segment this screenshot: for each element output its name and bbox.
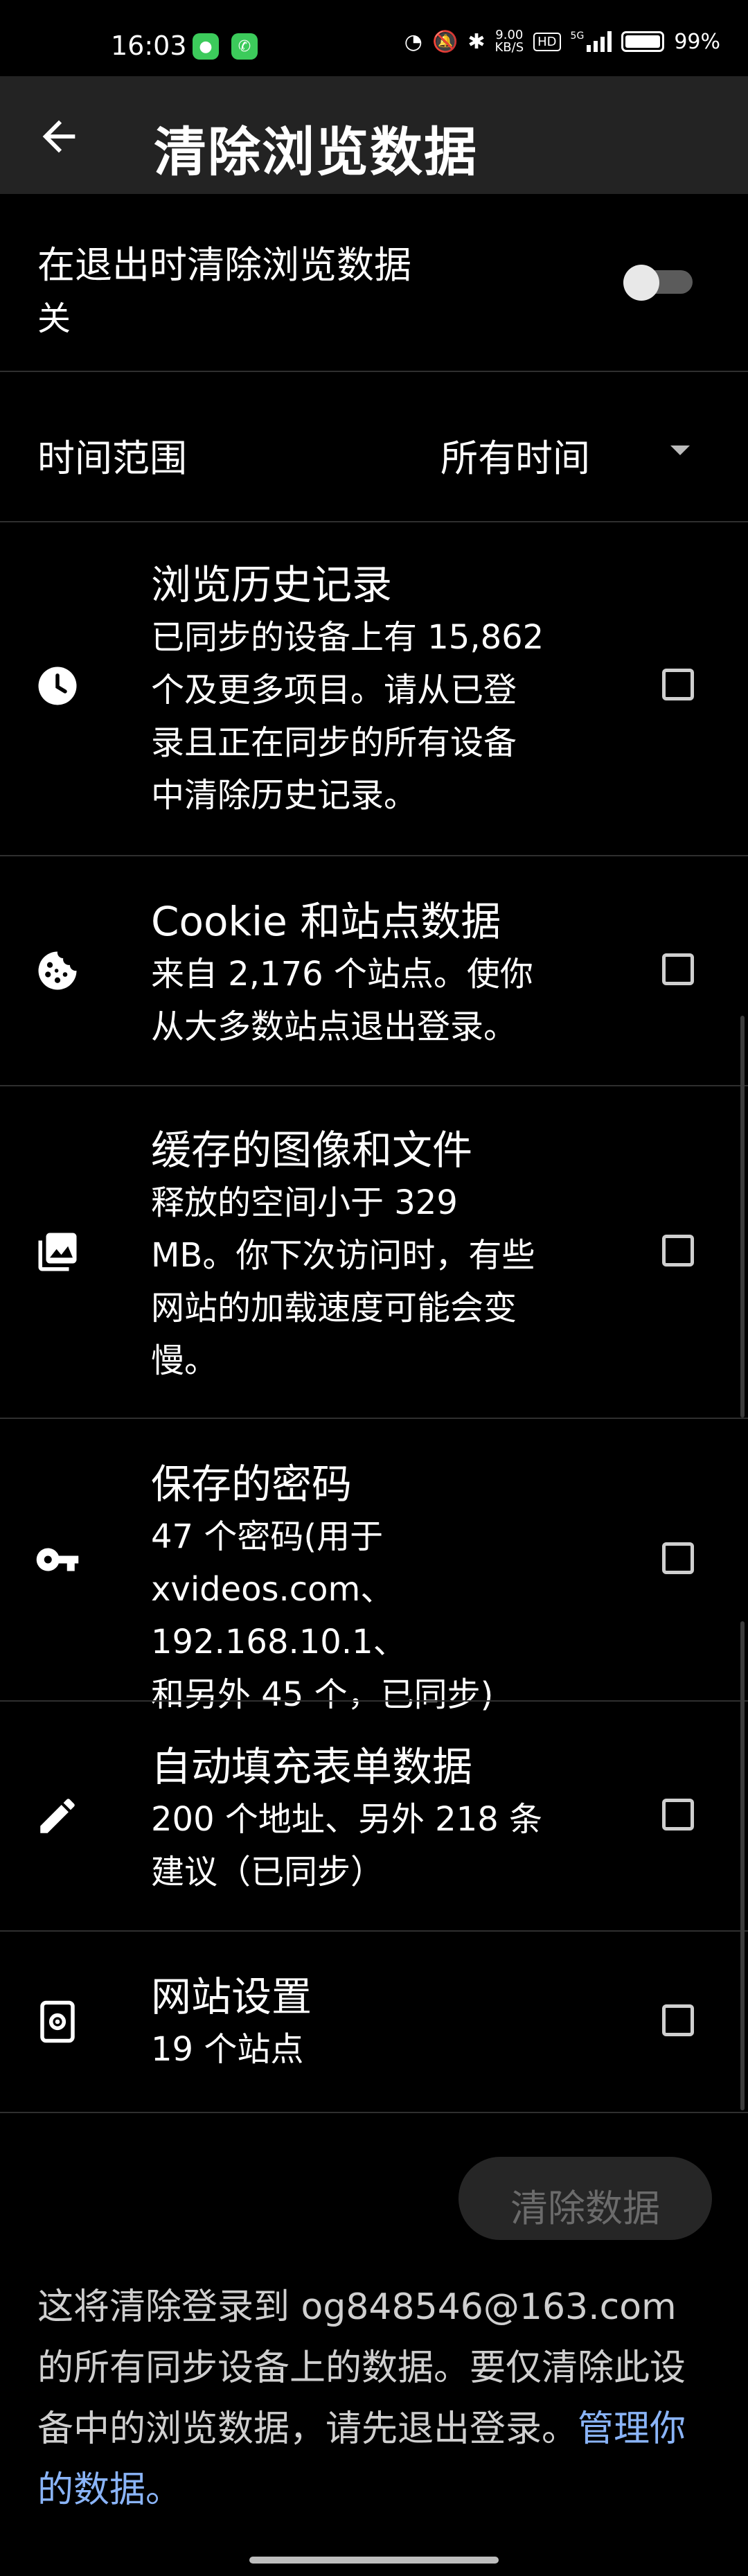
- cache-title: 缓存的图像和文件: [151, 1127, 473, 1174]
- scrollbar-track[interactable]: [740, 1621, 745, 2110]
- cache-desc-line: 释放的空间小于 329: [151, 1183, 458, 1222]
- cache-desc-line: 慢。: [151, 1341, 218, 1380]
- battery-percent: 99%: [674, 29, 720, 54]
- network-speed-unit: KB/S: [495, 40, 524, 55]
- signal-label: 5G: [570, 30, 585, 42]
- status-app-icons: ● ✆: [193, 33, 258, 60]
- scrollbar-track[interactable]: [740, 1016, 745, 1418]
- history-desc-line: 中清除历史记录。: [151, 776, 418, 815]
- cookies-title: Cookie 和站点数据: [151, 898, 501, 945]
- site-settings-icon: [40, 2000, 75, 2043]
- cache-desc-line: 网站的加载速度可能会变: [151, 1289, 517, 1327]
- key-icon: [36, 1548, 79, 1571]
- footer-note: 这将清除登录到 og848546@163.com 的所有同步设备上的数据。要仅清…: [37, 2277, 716, 2521]
- divider: [0, 2112, 748, 2113]
- autofill-checkbox[interactable]: [662, 1799, 694, 1830]
- autofill-desc-line: 建议（已同步）: [151, 1853, 384, 1891]
- cookies-item[interactable]: Cookie 和站点数据 来自 2,176 个站点。使你 从大多数站点退出登录。: [0, 856, 748, 1085]
- cache-checkbox[interactable]: [662, 1235, 694, 1267]
- time-range-value: 所有时间: [440, 436, 590, 480]
- history-desc-line: 个及更多项目。请从已登: [151, 671, 517, 709]
- time-range-row: 时间范围 所有时间: [0, 372, 748, 521]
- site-settings-text: 网站设置 19 个站点: [151, 1970, 608, 2076]
- image-icon: [38, 1233, 77, 1271]
- cookie-icon: [38, 951, 77, 990]
- history-desc-line: 录且正在同步的所有设备: [151, 723, 517, 762]
- clear-data-label: 清除数据: [510, 2187, 660, 2230]
- history-checkbox[interactable]: [662, 669, 694, 700]
- autofill-title: 自动填充表单数据: [151, 1743, 473, 1790]
- bluetooth-icon: ✱: [467, 29, 486, 54]
- autofill-item[interactable]: 自动填充表单数据 200 个地址、另外 218 条 建议（已同步）: [0, 1702, 748, 1930]
- status-indicators: ◔ 🔕 ✱ 9.00 KB/S HD 5G 99%: [404, 29, 720, 54]
- cookies-text: Cookie 和站点数据 来自 2,176 个站点。使你 从大多数站点退出登录。: [151, 895, 608, 1053]
- site-settings-desc-line: 19 个站点: [151, 2030, 304, 2069]
- site-settings-checkbox[interactable]: [662, 2004, 694, 2036]
- history-item[interactable]: 浏览历史记录 已同步的设备上有 15,862 个及更多项目。请从已登 录且正在同…: [0, 522, 748, 855]
- autofill-text: 自动填充表单数据 200 个地址、另外 218 条 建议（已同步）: [151, 1740, 608, 1898]
- clear-data-button[interactable]: 清除数据: [458, 2157, 712, 2240]
- autofill-desc-line: 200 个地址、另外 218 条: [151, 1800, 543, 1839]
- passwords-item[interactable]: 保存的密码 47 个密码(用于 xvideos.com、192.168.10.1…: [0, 1419, 748, 1714]
- clear-on-exit-label: 在退出时清除浏览数据: [37, 243, 411, 287]
- history-icon: [38, 667, 77, 705]
- hd-badge: HD: [533, 32, 561, 51]
- site-settings-title: 网站设置: [151, 1973, 312, 2020]
- time-range-label: 时间范围: [37, 436, 187, 480]
- clear-on-exit-state: 关: [37, 299, 71, 338]
- status-time: 16:03: [111, 30, 187, 61]
- passwords-desc-line: xvideos.com、192.168.10.1、: [151, 1570, 407, 1661]
- site-settings-item[interactable]: 网站设置 19 个站点: [0, 1932, 748, 2112]
- time-range-select[interactable]: 所有时间: [440, 421, 704, 480]
- passwords-text: 保存的密码 47 个密码(用于 xvideos.com、192.168.10.1…: [151, 1458, 608, 1721]
- cookies-desc-line: 从大多数站点退出登录。: [151, 1007, 517, 1046]
- pencil-icon: [40, 1799, 75, 1833]
- wechat-icon: ●: [193, 33, 219, 60]
- passwords-desc-line: 47 个密码(用于: [151, 1517, 384, 1556]
- arrow-back-icon: [42, 120, 75, 153]
- signal-icon: 5G: [571, 31, 612, 52]
- back-button[interactable]: [35, 112, 83, 161]
- history-text: 浏览历史记录 已同步的设备上有 15,862 个及更多项目。请从已登 录且正在同…: [151, 558, 608, 822]
- speedometer-icon: ◔: [404, 29, 422, 54]
- history-desc-line: 已同步的设备上有 15,862: [151, 618, 544, 657]
- cache-text: 缓存的图像和文件 释放的空间小于 329 MB。你下次访问时，有些 网站的加载速…: [151, 1124, 608, 1387]
- dropdown-caret-icon: [670, 445, 690, 455]
- cache-item[interactable]: 缓存的图像和文件 释放的空间小于 329 MB。你下次访问时，有些 网站的加载速…: [0, 1086, 748, 1418]
- mute-icon: 🔕: [431, 29, 458, 54]
- page-title: 清除浏览数据: [154, 121, 478, 183]
- history-title: 浏览历史记录: [151, 561, 393, 608]
- app-toolbar: 清除浏览数据: [0, 76, 748, 194]
- clear-on-exit-toggle[interactable]: [623, 265, 693, 301]
- network-speed: 9.00 KB/S: [495, 29, 524, 54]
- cache-desc-line: MB。你下次访问时，有些: [151, 1236, 535, 1275]
- battery-icon: [621, 31, 665, 52]
- phone-icon: ✆: [231, 33, 258, 60]
- cookies-checkbox[interactable]: [662, 953, 694, 985]
- passwords-title: 保存的密码: [151, 1461, 353, 1508]
- passwords-checkbox[interactable]: [662, 1542, 694, 1574]
- cookies-desc-line: 来自 2,176 个站点。使你: [151, 955, 533, 994]
- status-bar: 16:03 ● ✆ ◔ 🔕 ✱ 9.00 KB/S HD 5G 99%: [0, 0, 748, 76]
- home-indicator[interactable]: [249, 2557, 499, 2564]
